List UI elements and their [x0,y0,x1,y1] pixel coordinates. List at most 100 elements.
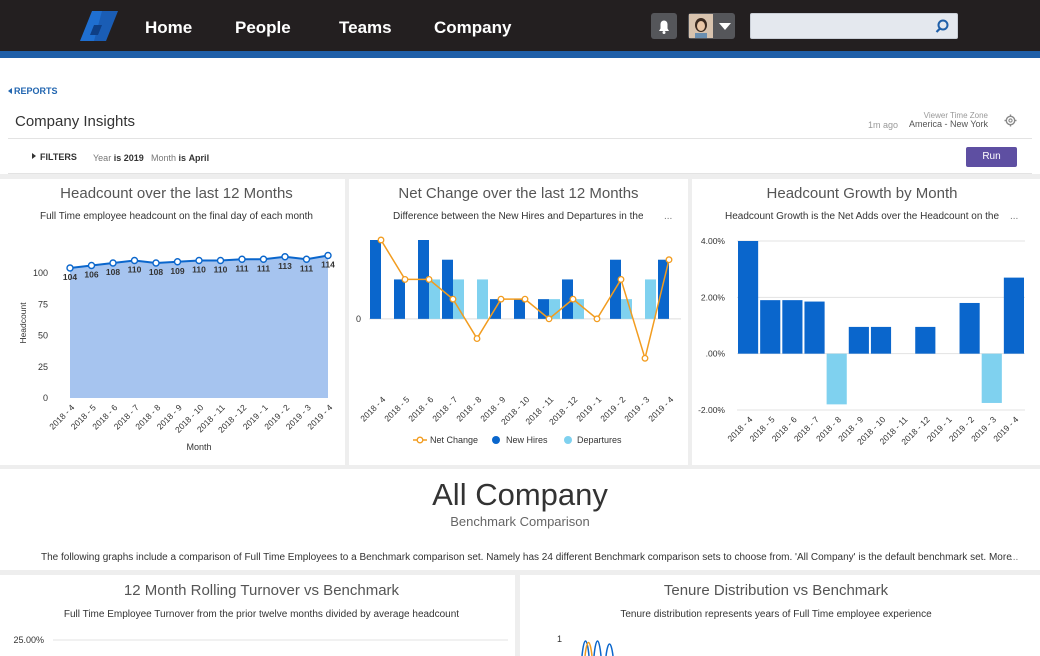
timezone-value[interactable]: America - New York [909,119,988,129]
net-change-point [569,295,577,303]
x-tick-label: 2019 - 4 [646,394,675,423]
bar-new-hires [394,279,405,319]
x-tick-label: 2019 - 2 [598,394,627,423]
bar [760,300,781,354]
data-label: 108 [106,267,120,277]
bar [915,326,936,354]
bar [959,302,980,354]
bar-departures [429,279,440,319]
x-tick-label: 2019 - 3 [622,394,651,423]
y-tick-label: 0 [43,393,48,403]
nav-people[interactable]: People [235,18,291,38]
y-tick-label: 100 [33,268,48,278]
user-menu-button[interactable] [688,13,735,39]
y-tick-label: 1 [557,634,562,644]
data-label: 114 [321,260,335,270]
bar [826,353,847,405]
net-change-point [497,295,505,303]
y-tick-label: -2.00% [698,405,725,415]
bar [981,353,1002,403]
notifications-button[interactable] [651,13,677,39]
x-tick-label: 2018 - 5 [382,394,411,423]
bar-new-hires [442,259,453,319]
bar [848,326,869,354]
legend-net-change: Net Change [430,435,478,445]
data-point [195,256,203,265]
section-subtitle: Benchmark Comparison [450,514,590,529]
x-tick-label: 2019 - 4 [991,414,1020,443]
x-tick-label: 2019 - 1 [574,394,603,423]
bar [1003,277,1024,354]
data-point [281,253,289,261]
page-title: Company Insights [15,113,136,130]
y-tick-label: 25 [38,362,48,372]
chevron-right-icon [32,153,36,159]
x-tick-label: 2018 - 4 [358,394,387,423]
data-label: 110 [214,265,228,275]
data-label: 109 [170,266,184,276]
legend-swatch-departures [564,436,572,444]
data-label: 106 [84,270,98,280]
data-label: 108 [149,267,163,277]
data-label: 110 [128,265,142,275]
divider [0,174,1040,179]
headcount-chart: 0 25 50 75 100 104 106 108 110 108 109 110 110 111 111… [18,251,335,452]
bar [870,326,892,354]
run-button[interactable]: Run [966,147,1017,167]
x-axis-label: Month [186,442,211,452]
data-label: 111 [257,263,271,273]
turnover-title: 12 Month Rolling Turnover vs Benchmark [123,582,400,599]
data-label: 104 [63,272,77,282]
data-point [173,258,182,266]
filter-year-key: Year [93,153,112,163]
filter-month-key: Month [151,153,177,163]
y-tick-label: 50 [38,331,48,341]
filters-bar: FILTERS Year is 2019 Month is April Run [8,139,1032,174]
net-change-point [449,295,457,303]
tenure-subtitle: Tenure distribution represents years of … [620,609,932,620]
nav-company[interactable]: Company [434,18,511,38]
search-box [750,13,958,39]
data-point [238,255,246,263]
search-input[interactable] [755,16,925,36]
net-change-point [473,335,481,343]
net-change-subtitle: Difference between the New Hires and Dep… [393,211,643,222]
net-change-point [545,315,553,323]
filter-month-value: April [188,153,210,163]
company-logo[interactable] [80,9,118,43]
bar-departures [477,279,488,319]
y-tick-label: .00% [706,349,726,359]
data-label: 111 [300,263,314,273]
net-change-point [665,256,673,264]
filter-year-value: 2019 [123,153,144,163]
section-blurb-more[interactable]: ... [1010,552,1018,563]
growth-more[interactable]: ... [1010,211,1018,222]
data-point [259,255,268,263]
turnover-subtitle: Full Time Employee Turnover from the pri… [63,609,460,620]
chevron-down-icon [719,23,731,30]
nav-teams[interactable]: Teams [339,18,392,38]
net-change-point [425,275,433,283]
filter-month[interactable]: Month is April [151,153,209,163]
y-tick-label: 4.00% [701,236,726,246]
net-change-more[interactable]: ... [664,211,672,222]
filter-year-op: is [113,153,122,163]
nav-home[interactable]: Home [145,18,192,38]
bar [738,241,759,354]
section-blurb-text: The following graphs include a compariso… [41,552,1012,563]
gear-icon[interactable] [1004,114,1017,127]
search-icon[interactable] [934,18,950,34]
y-tick-label: 2.00% [701,292,726,302]
net-change-point [377,236,385,244]
last-updated: 1m ago [867,120,898,130]
headcount-subtitle: Full Time employee headcount on the fina… [40,211,313,222]
filter-year[interactable]: Year is 2019 [93,153,144,163]
bar [782,300,803,354]
y-axis-label: Headcount [18,302,28,344]
legend-swatch-net-change-marker [416,436,424,444]
breadcrumb[interactable]: REPORTS [8,86,58,96]
net-change-point [593,315,601,323]
filters-toggle[interactable]: FILTERS [40,152,77,162]
growth-title: Headcount Growth by Month [766,185,958,202]
data-point [216,256,225,265]
